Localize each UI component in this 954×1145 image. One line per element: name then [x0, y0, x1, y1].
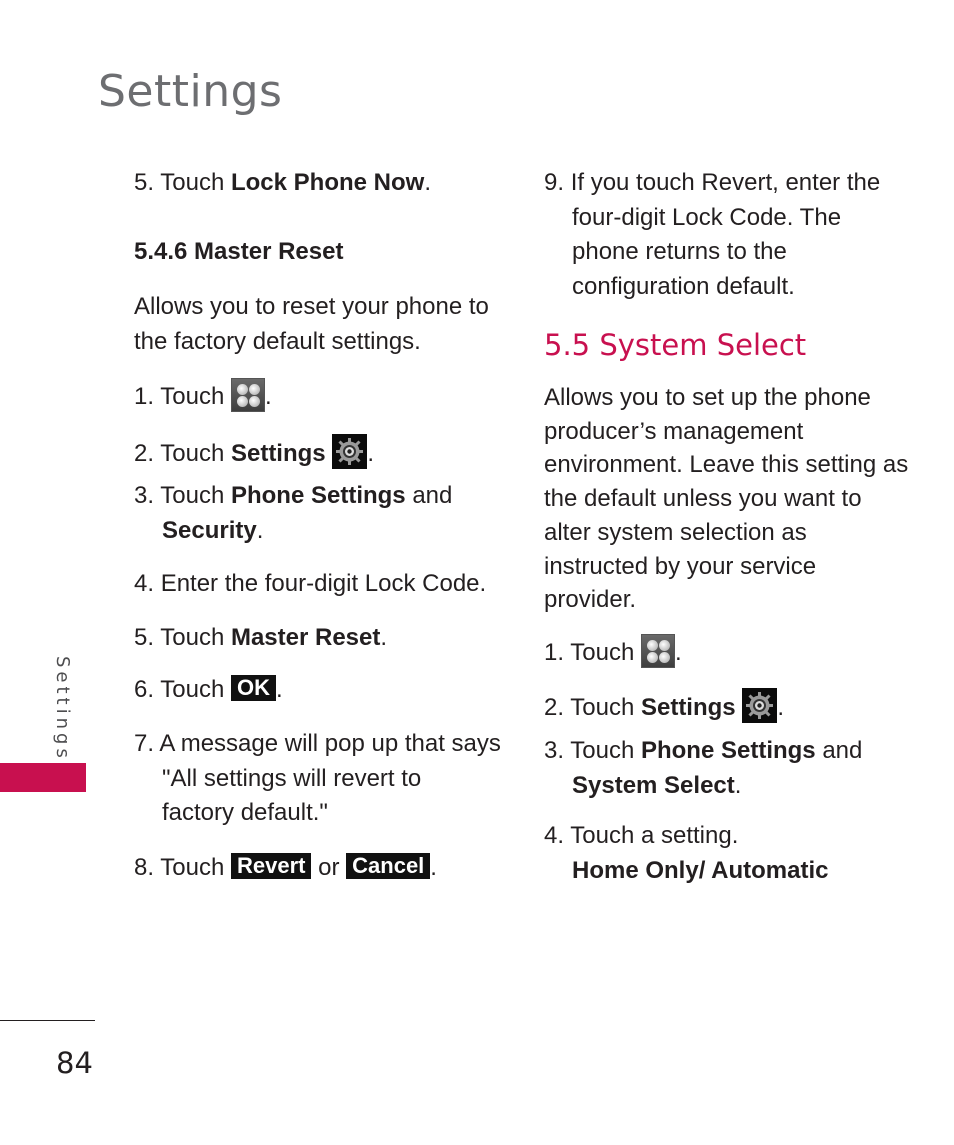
- step-text: configuration default.: [572, 272, 795, 300]
- punctuation: .: [367, 440, 374, 467]
- menu-item-system-select: System Select: [572, 771, 735, 799]
- ss-step-2: 2. Touch Settings .: [544, 688, 784, 726]
- step-number: 4.: [544, 822, 565, 849]
- step-1: 1. Touch .: [134, 378, 272, 415]
- step-6: 6. Touch OK.: [134, 673, 283, 708]
- step-number: 2.: [544, 694, 565, 721]
- step-number: 6.: [134, 676, 155, 703]
- sub-heading-master-reset: 5.4.6 Master Reset: [134, 238, 344, 265]
- step-3: 3. Touch Phone Settings and Security.: [134, 479, 452, 548]
- menu-item-settings: Settings: [230, 440, 326, 467]
- intro-line: instructed by your service: [544, 552, 817, 580]
- menu-item-master-reset: Master Reset: [230, 624, 381, 651]
- step-text: factory default.": [162, 799, 328, 826]
- step-text: Touch: [160, 854, 231, 881]
- step-number: 3.: [134, 482, 155, 509]
- step-number: 1.: [544, 639, 565, 666]
- intro-line: provider.: [544, 586, 637, 614]
- step-text: phone returns to the: [572, 238, 787, 265]
- cancel-button-label: Cancel: [346, 853, 431, 879]
- menu-grid-icon: [640, 634, 675, 668]
- system-select-intro: Allows you to set up the phone producer’…: [544, 381, 908, 617]
- punctuation: .: [777, 694, 784, 721]
- step-number: 8.: [134, 854, 155, 881]
- punctuation: .: [275, 676, 283, 703]
- step-text: Enter the four-digit Lock Code.: [160, 570, 487, 597]
- step-text: Touch: [160, 676, 231, 703]
- page-number: 84: [56, 1046, 93, 1080]
- menu-grid-icon: [230, 378, 265, 412]
- step-4: 4. Enter the four-digit Lock Code.: [134, 567, 486, 602]
- punctuation: .: [430, 854, 437, 881]
- punctuation: .: [264, 383, 272, 410]
- settings-gear-icon: [332, 434, 368, 469]
- intro-line: producer’s management: [544, 417, 804, 445]
- step-number: 1.: [134, 383, 155, 410]
- ok-button-label: OK: [230, 675, 276, 701]
- step-text: Touch: [160, 482, 231, 509]
- menu-item-settings: Settings: [640, 694, 736, 721]
- step-text: Touch: [160, 383, 231, 410]
- punctuation: .: [734, 771, 742, 799]
- step-text: Touch: [160, 440, 231, 467]
- setting-options: Home Only/ Automatic: [572, 856, 829, 884]
- menu-item-phone-settings: Phone Settings: [640, 737, 816, 764]
- step-text: Touch: [570, 694, 641, 721]
- menu-item-phone-settings: Phone Settings: [230, 482, 406, 509]
- footer-divider: [0, 1020, 95, 1021]
- step-text: Touch: [570, 737, 641, 764]
- step-text: A message will pop up that says: [159, 730, 501, 757]
- step-number: 4.: [134, 570, 155, 597]
- settings-gear-icon: [742, 688, 778, 723]
- master-reset-intro: Allows you to reset your phone to the fa…: [134, 293, 489, 355]
- menu-item-security: Security: [162, 516, 257, 544]
- step-text: Touch a setting.: [570, 822, 739, 849]
- intro-line: environment. Leave this setting as: [544, 451, 909, 479]
- intro-line: Allows you to set up the phone: [544, 384, 871, 411]
- step-text: and: [815, 737, 863, 764]
- step-text: "All settings will revert to: [162, 764, 422, 792]
- step-text: or: [311, 854, 347, 881]
- punctuation: .: [674, 639, 682, 666]
- step-text: Touch: [160, 169, 231, 196]
- page-title: Settings: [98, 66, 283, 117]
- menu-item-lock-phone-now: Lock Phone Now: [230, 169, 425, 196]
- step-number: 2.: [134, 440, 155, 467]
- step-text: four-digit Lock Code. The: [572, 203, 842, 231]
- step-text: Touch: [160, 624, 231, 651]
- ss-step-4: 4. Touch a setting. Home Only/ Automatic: [544, 819, 828, 888]
- side-tab-label: Settings: [52, 656, 73, 762]
- step-number: 7.: [134, 730, 155, 757]
- step-5: 5. Touch Master Reset.: [134, 621, 387, 656]
- step-number: 5.: [134, 624, 155, 651]
- side-tab-marker: [0, 763, 86, 792]
- intro-line: alter system selection as: [544, 518, 807, 546]
- step-7: 7. A message will pop up that says "All …: [134, 727, 501, 831]
- step-2: 2. Touch Settings .: [134, 434, 374, 472]
- step-text: Touch: [570, 639, 641, 666]
- punctuation: .: [256, 516, 264, 544]
- step-number: 3.: [544, 737, 565, 764]
- step-lock-phone-now: 5. Touch Lock Phone Now.: [134, 166, 431, 201]
- revert-button-label: Revert: [230, 853, 312, 879]
- step-text: and: [405, 482, 453, 509]
- ss-step-3: 3. Touch Phone Settings and System Selec…: [544, 734, 862, 803]
- intro-line: the default unless you want to: [544, 485, 862, 513]
- step-number: 5.: [134, 169, 155, 196]
- step-text: If you touch Revert, enter the: [570, 169, 881, 196]
- section-heading-system-select: 5.5 System Select: [544, 328, 807, 362]
- punctuation: .: [380, 624, 388, 651]
- ss-step-1: 1. Touch .: [544, 634, 682, 671]
- step-9: 9. If you touch Revert, enter the four-d…: [544, 166, 880, 304]
- step-8: 8. Touch Revert or Cancel.: [134, 851, 437, 886]
- punctuation: .: [424, 169, 431, 196]
- step-number: 9.: [544, 169, 565, 196]
